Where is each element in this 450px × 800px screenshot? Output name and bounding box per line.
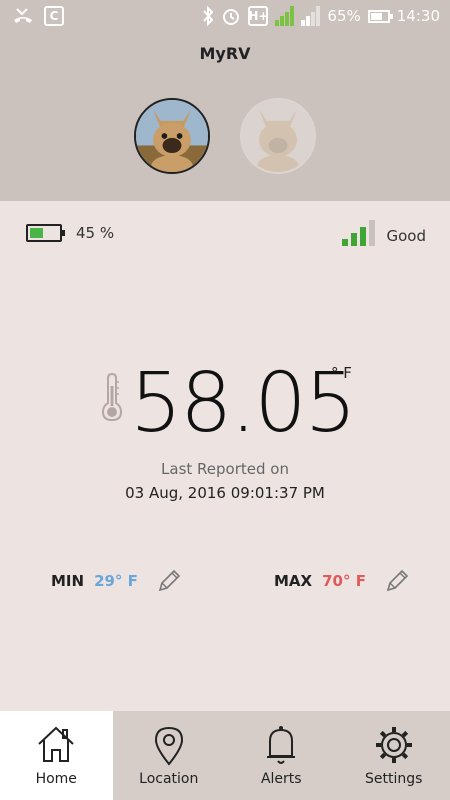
- signal-bar: [350, 233, 357, 246]
- nav-home-label: Home: [35, 771, 77, 787]
- thermometer-icon: [101, 372, 123, 422]
- min-temperature: MIN 29° F: [51, 568, 182, 594]
- bottom-navigation: Home Location Alerts Settings: [0, 711, 450, 800]
- dog-photo-icon: [242, 100, 314, 172]
- bluetooth-icon: [203, 6, 214, 26]
- device-battery: 45 %: [26, 224, 114, 242]
- app-notification-icon: C: [44, 6, 64, 26]
- edit-max-pencil-icon[interactable]: [384, 568, 410, 594]
- battery-level-fill: [30, 228, 43, 238]
- status-battery-icon: [367, 9, 393, 23]
- nav-location-label: Location: [139, 771, 199, 787]
- device-signal: Good: [341, 220, 427, 246]
- app-header: MyRV: [0, 34, 450, 201]
- nav-settings-label: Settings: [365, 771, 423, 787]
- signal-bar: [368, 220, 375, 246]
- max-label: MAX: [274, 572, 313, 590]
- nav-home[interactable]: Home: [0, 711, 113, 800]
- battery-percent-text: 45 %: [76, 224, 115, 242]
- nav-settings[interactable]: Settings: [338, 711, 450, 800]
- location-pin-icon: [154, 726, 183, 766]
- page-title: MyRV: [199, 44, 251, 63]
- dog-avatar-faded[interactable]: [240, 98, 316, 174]
- sim1-signal-icon: [275, 6, 295, 26]
- dog-photo-icon: [136, 100, 208, 172]
- min-label: MIN: [51, 572, 85, 590]
- nav-alerts-label: Alerts: [260, 771, 302, 787]
- signal-bar: [359, 227, 366, 246]
- temperature-value: 58.05: [130, 356, 357, 451]
- edit-min-pencil-icon[interactable]: [156, 568, 182, 594]
- gear-icon: [375, 727, 412, 763]
- dog-avatar-selected[interactable]: [134, 98, 210, 174]
- network-type-icon: H+: [248, 6, 268, 26]
- home-icon: [38, 726, 74, 762]
- sim2-signal-icon: [301, 6, 321, 26]
- signal-bar: [341, 239, 348, 246]
- max-temperature: MAX 70° F: [274, 568, 410, 594]
- signal-strength-icon: [341, 220, 375, 246]
- alarm-icon: [223, 9, 240, 25]
- signal-quality-text: Good: [386, 227, 427, 245]
- battery-icon: [26, 224, 65, 242]
- status-bar: C H+ 65% 14:30: [0, 0, 450, 34]
- nav-location[interactable]: Location: [113, 711, 226, 800]
- min-value: 29° F: [94, 572, 138, 590]
- temperature-unit: ° F: [331, 364, 352, 382]
- last-reported-date: 03 Aug, 2016 09:01:37 PM: [125, 484, 325, 502]
- max-value: 70° F: [322, 572, 366, 590]
- bell-icon: [267, 726, 296, 764]
- status-time: 14:30: [396, 7, 440, 25]
- last-reported-label: Last Reported on: [161, 460, 289, 478]
- missed-call-icon: [14, 8, 32, 23]
- nav-alerts[interactable]: Alerts: [225, 711, 338, 800]
- status-battery-percent: 65%: [327, 7, 361, 25]
